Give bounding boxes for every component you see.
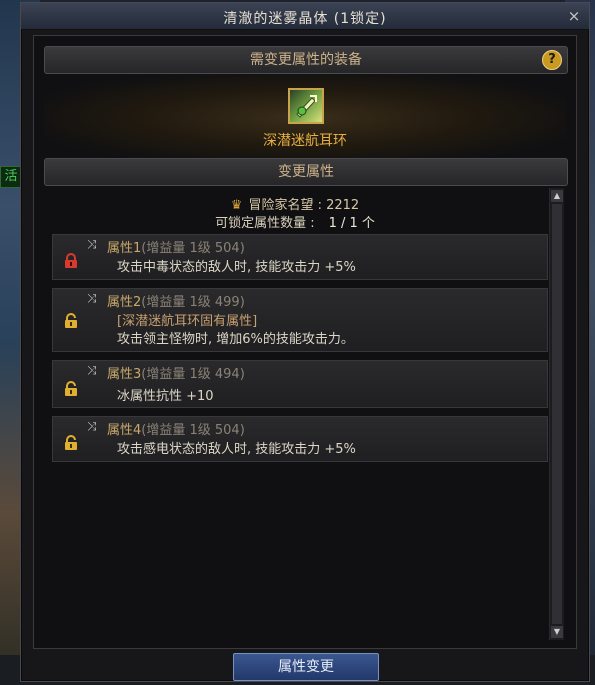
fame-line: ♛ 冒险家名望 : 2212 <box>44 194 546 213</box>
scroll-down-icon[interactable]: ▼ <box>551 626 563 638</box>
attribute-name: 属性2(增益量 1级 499) <box>107 295 245 310</box>
change-section-header: 变更属性 <box>44 158 568 186</box>
earring-icon[interactable] <box>288 88 324 124</box>
attribute-effect: 攻击感电状态的敌人时, 技能攻击力 +5% <box>117 442 356 457</box>
equipment-display: 深潜迷航耳环 <box>44 74 566 162</box>
attribute-row-3[interactable]: ⤨ 属性3(增益量 1级 494) 冰属性抗性 +10 <box>52 360 548 408</box>
attribute-name: 属性1(增益量 1级 504) <box>107 241 245 256</box>
attribute-scroll-area[interactable]: ♛ 冒险家名望 : 2212 可锁定属性数量 : 1 / 1 个 ⤨ 属性1(增益量… <box>44 188 566 640</box>
title-bar[interactable]: 清澈的迷雾晶体 (1锁定) × <box>21 3 589 30</box>
fame-crest-icon: ♛ <box>230 198 243 213</box>
scroll-up-icon[interactable]: ▲ <box>551 190 563 202</box>
lock-open-icon[interactable] <box>63 381 79 397</box>
attribute-row-1[interactable]: ⤨ 属性1(增益量 1级 504) 攻击中毒状态的敌人时, 技能攻击力 +5% <box>52 234 548 280</box>
scroll-thumb[interactable] <box>552 204 562 624</box>
lock-closed-icon[interactable] <box>63 253 79 269</box>
attribute-row-4[interactable]: ⤨ 属性4(增益量 1级 504) 攻击感电状态的敌人时, 技能攻击力 +5% <box>52 416 548 462</box>
attribute-effect: 攻击中毒状态的敌人时, 技能攻击力 +5% <box>117 260 356 275</box>
attribute-name: 属性4(增益量 1级 504) <box>107 423 245 438</box>
shuffle-icon: ⤨ <box>87 419 97 433</box>
lock-count-value: 1 / 1 个 <box>328 216 375 231</box>
shuffle-icon: ⤨ <box>87 363 97 377</box>
equipment-section-title: 需变更属性的装备 <box>250 52 362 68</box>
side-status-tag: 活 <box>0 166 22 188</box>
lock-count-label: 可锁定属性数量 : <box>215 216 315 231</box>
fame-label: 冒险家名望 : 2212 <box>248 198 360 213</box>
crystal-window: 清澈的迷雾晶体 (1锁定) × 需变更属性的装备 ? 深潜迷航耳环 变更属性 ♛… <box>20 2 590 682</box>
attribute-note: [深潜迷航耳环固有属性] <box>117 314 258 329</box>
attribute-effect: 冰属性抗性 +10 <box>117 389 214 404</box>
help-button[interactable]: ? <box>542 50 562 70</box>
lock-open-icon[interactable] <box>63 313 79 329</box>
lock-count-line: 可锁定属性数量 : 1 / 1 个 <box>44 212 546 231</box>
equipment-name: 深潜迷航耳环 <box>263 133 347 149</box>
lock-open-icon[interactable] <box>63 435 79 451</box>
attribute-name: 属性3(增益量 1级 494) <box>107 367 245 382</box>
attribute-row-2[interactable]: ⤨ 属性2(增益量 1级 499) [深潜迷航耳环固有属性] 攻击领主怪物时, … <box>52 288 548 352</box>
window-title: 清澈的迷雾晶体 (1锁定) <box>223 11 387 27</box>
window-content: 需变更属性的装备 ? 深潜迷航耳环 变更属性 ♛ 冒险家名望 : 2212 可锁定… <box>33 35 577 649</box>
attribute-scrollbar[interactable]: ▲ ▼ <box>549 188 564 640</box>
attribute-effect: 攻击领主怪物时, 增加6%的技能攻击力。 <box>117 332 354 347</box>
change-section-title: 变更属性 <box>278 164 334 180</box>
change-attribute-button[interactable]: 属性变更 <box>233 653 379 681</box>
shuffle-icon: ⤨ <box>87 291 97 305</box>
close-button[interactable]: × <box>565 7 583 25</box>
equipment-section-header: 需变更属性的装备 ? <box>44 46 568 74</box>
shuffle-icon: ⤨ <box>87 237 97 251</box>
